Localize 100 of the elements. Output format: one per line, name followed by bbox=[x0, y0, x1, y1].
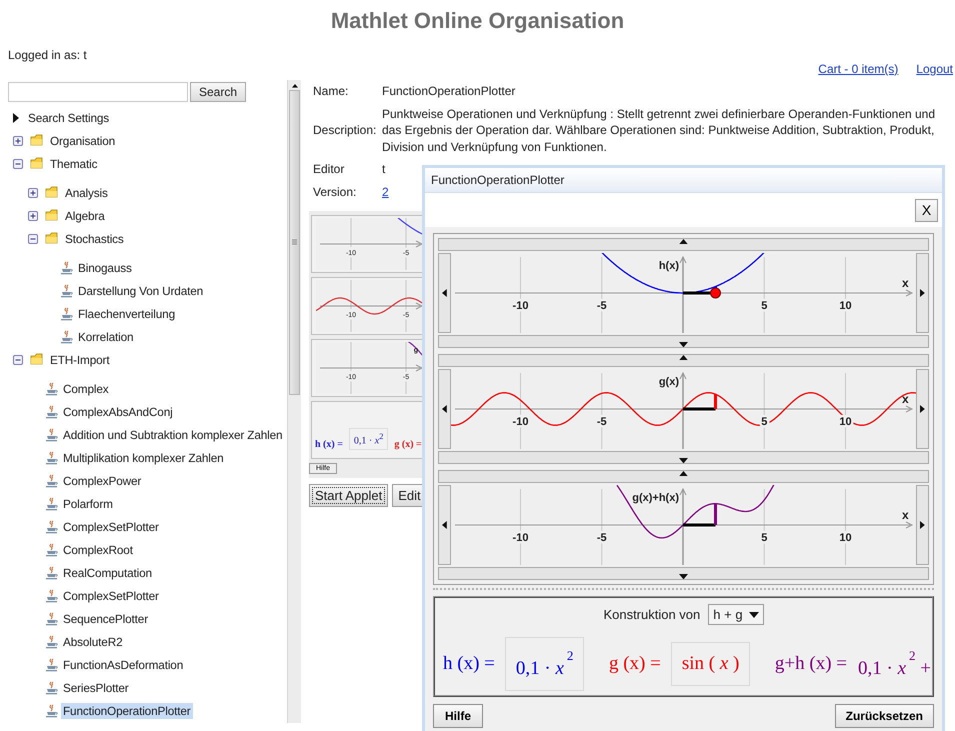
coffee-cup-icon bbox=[45, 450, 59, 464]
folder-item[interactable]: Stochastics bbox=[63, 230, 126, 246]
folder-icon bbox=[30, 157, 44, 170]
page-title: Mathlet Online Organisation bbox=[330, 7, 626, 35]
folder-icon bbox=[30, 134, 44, 147]
applet-item[interactable]: SequencePlotter bbox=[61, 610, 150, 626]
up-arrow-icon bbox=[679, 239, 688, 244]
scroll-right-button[interactable] bbox=[916, 485, 929, 565]
left-arrow-icon bbox=[442, 289, 447, 297]
applet-item[interactable]: RealComputation bbox=[61, 564, 154, 580]
tick-label: -5 bbox=[596, 532, 607, 544]
applet-item[interactable]: AbsoluteR2 bbox=[61, 634, 124, 650]
formula-label: g (x) = bbox=[394, 439, 422, 450]
folder-item[interactable]: Thematic bbox=[48, 156, 100, 172]
right-arrow-icon bbox=[920, 521, 925, 529]
applet-item[interactable]: ComplexSetPlotter bbox=[61, 588, 161, 604]
reset-button[interactable]: Zurücksetzen bbox=[834, 704, 934, 728]
applet-item[interactable]: ComplexRoot bbox=[61, 542, 135, 558]
function-label: h(x) bbox=[658, 260, 679, 272]
coffee-cup-icon bbox=[45, 704, 59, 718]
applet-item[interactable]: SeriesPlotter bbox=[61, 680, 131, 696]
up-arrow-icon bbox=[679, 471, 688, 476]
coffee-cup-icon bbox=[45, 542, 59, 556]
scroll-thumb[interactable] bbox=[289, 90, 300, 395]
scroll-bar[interactable] bbox=[438, 470, 929, 483]
scroll-bar[interactable] bbox=[438, 335, 929, 348]
applet-item[interactable]: ComplexSetPlotter bbox=[61, 518, 161, 534]
applet-item[interactable]: Darstellung Von Urdaten bbox=[76, 282, 206, 298]
up-arrow-icon bbox=[679, 355, 688, 360]
scroll-left-button[interactable] bbox=[438, 253, 451, 333]
applet-item[interactable]: Binogauss bbox=[76, 260, 134, 276]
caret-icon bbox=[748, 612, 759, 618]
grip-icon bbox=[292, 239, 297, 246]
dialog-title: FunctionOperationPlotter bbox=[425, 168, 942, 193]
applet-item[interactable]: ComplexAbsAndConj bbox=[61, 404, 175, 420]
tick-label: 10 bbox=[839, 416, 852, 428]
applet-item[interactable]: FunctionAsDeformation bbox=[61, 656, 186, 672]
construction-marker bbox=[683, 504, 717, 526]
search-settings-toggle[interactable]: Search Settings bbox=[26, 110, 112, 126]
scroll-left-button[interactable] bbox=[438, 485, 451, 565]
right-arrow-icon bbox=[920, 289, 925, 297]
cart-link[interactable]: Cart - 0 item(s) bbox=[818, 62, 898, 76]
folder-item[interactable]: Analysis bbox=[63, 184, 110, 200]
axis-label: x bbox=[902, 276, 909, 290]
search-field[interactable] bbox=[8, 82, 188, 102]
formula-result: 0,1 · x$^{2}$ + bbox=[857, 647, 932, 681]
scroll-right-button[interactable] bbox=[916, 369, 929, 449]
operation-dropdown[interactable]: h + g bbox=[708, 604, 764, 625]
coffee-cup-icon bbox=[45, 588, 59, 602]
construction-marker bbox=[683, 286, 721, 298]
applet-item[interactable]: FunctionOperationPlotter bbox=[61, 702, 193, 718]
left-arrow-icon bbox=[442, 521, 447, 529]
coffee-cup-icon bbox=[45, 658, 59, 672]
scroll-bar[interactable] bbox=[438, 451, 929, 464]
logout-link[interactable]: Logout bbox=[916, 62, 953, 76]
collapse-icon[interactable] bbox=[13, 354, 23, 364]
applet-item[interactable]: Korrelation bbox=[76, 328, 136, 344]
formula-field[interactable]: sin ( x ) bbox=[670, 642, 750, 686]
version-link[interactable]: 2 bbox=[382, 184, 389, 198]
tick-label: -10 bbox=[512, 300, 528, 312]
help-button[interactable]: Hilfe bbox=[433, 704, 483, 728]
applet-item[interactable]: Flaechenverteilung bbox=[76, 306, 177, 322]
formula-label: h (x) = bbox=[315, 439, 343, 450]
formula-field[interactable]: 0,1 · x$^{2}$ bbox=[504, 637, 584, 691]
applet-item[interactable]: Multiplikation komplexer Zahlen bbox=[61, 450, 226, 466]
coffee-cup-icon bbox=[45, 520, 59, 534]
search-button[interactable]: Search bbox=[190, 82, 246, 102]
scroll-right-button[interactable] bbox=[916, 253, 929, 333]
scroll-bar[interactable] bbox=[438, 354, 929, 367]
scroll-left-button[interactable] bbox=[438, 369, 451, 449]
expand-icon[interactable] bbox=[13, 136, 23, 146]
construction-label: Konstruktion von bbox=[603, 607, 700, 622]
applet-item[interactable]: Complex bbox=[61, 380, 110, 396]
field-label: Version: bbox=[313, 184, 358, 200]
folder-item[interactable]: Algebra bbox=[63, 208, 107, 224]
right-arrow-icon bbox=[920, 405, 925, 413]
scrollbar[interactable] bbox=[287, 80, 301, 723]
expand-icon[interactable] bbox=[28, 210, 38, 220]
folder-item[interactable]: ETH-Import bbox=[48, 352, 112, 368]
coffee-cup-icon bbox=[45, 404, 59, 418]
tick-label: -10 bbox=[512, 416, 528, 428]
close-button[interactable]: X bbox=[915, 198, 938, 222]
scroll-bar[interactable] bbox=[438, 567, 929, 580]
applet-item[interactable]: Polarform bbox=[61, 496, 115, 512]
field-value: Punktweise Operationen und Verknüpfung : Stellt getrennt zwei definierbare Operanden-Funktionen und das Ergebnis der Operation dar. Wählbare Operationen sind: Punktweise Addition, Subtraktion, Produkt, Division und Verknüpfung von Funktionen. bbox=[382, 106, 936, 154]
left-arrow-icon bbox=[442, 405, 447, 413]
expand-icon[interactable] bbox=[28, 188, 38, 198]
collapse-icon[interactable] bbox=[28, 234, 38, 244]
field-label: Description: bbox=[313, 122, 378, 139]
tick-label: 10 bbox=[839, 532, 852, 544]
applet-item[interactable]: ComplexPower bbox=[61, 472, 144, 488]
coffee-cup-icon bbox=[45, 680, 59, 694]
start-applet-button[interactable]: Start Applet bbox=[309, 484, 388, 507]
folder-item[interactable]: Organisation bbox=[48, 132, 118, 148]
applet-item[interactable]: Addition und Subtraktion komplexer Zahlen bbox=[61, 426, 284, 442]
formula-label: g+h (x) = bbox=[774, 653, 847, 675]
scroll-bar[interactable] bbox=[438, 238, 929, 251]
coffee-cup-icon bbox=[45, 474, 59, 488]
formula-field[interactable]: 0,1 · x$^{2}$ bbox=[348, 428, 388, 450]
collapse-icon[interactable] bbox=[13, 158, 23, 168]
